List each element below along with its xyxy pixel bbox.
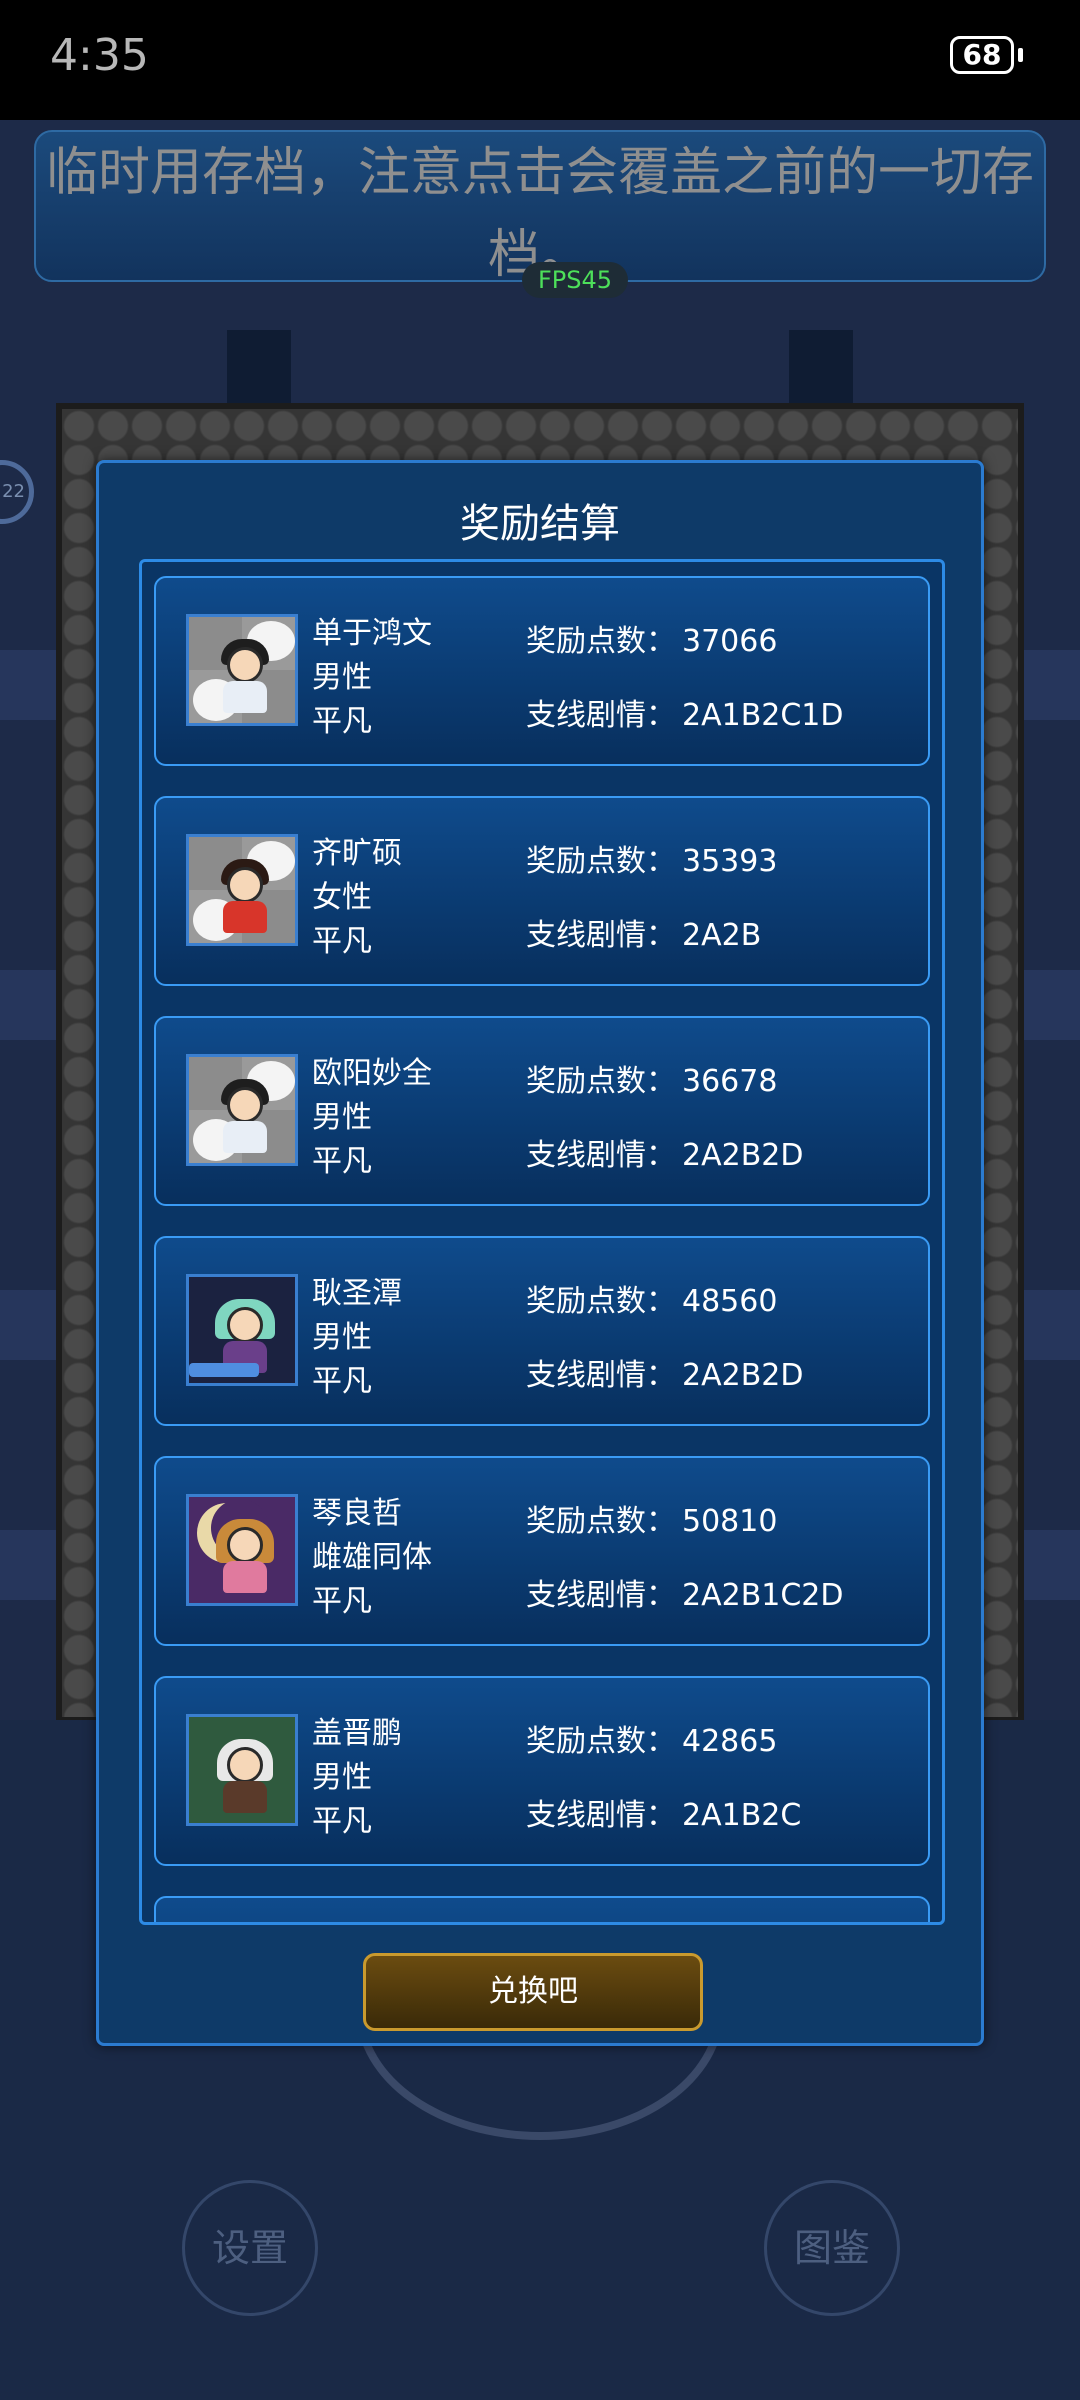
- character-rank: 平凡: [312, 1144, 372, 1179]
- reward-card: 盖晋鹏 男性 平凡 奖励点数： 42865 支线剧情： 2A1B2C: [154, 1676, 930, 1866]
- reward-card: 耿圣潭 男性 平凡 奖励点数： 48560 支线剧情： 2A2B2D: [154, 1236, 930, 1426]
- branch-label: 支线剧情：: [526, 918, 676, 953]
- branch-story: 支线剧情： 2A2B: [526, 910, 761, 954]
- exchange-button[interactable]: 兑换吧: [363, 1953, 703, 2031]
- reward-points: 奖励点数： 42865: [526, 1716, 777, 1760]
- character-rank: 平凡: [312, 924, 372, 959]
- branch-story: 支线剧情： 2A1B2C: [526, 1790, 801, 1834]
- branch-label: 支线剧情：: [526, 1138, 676, 1173]
- branch-label: 支线剧情：: [526, 1358, 676, 1393]
- reward-card: 琴良哲 雌雄同体 平凡 奖励点数： 50810 支线剧情： 2A2B1C2D: [154, 1456, 930, 1646]
- points-label: 奖励点数：: [526, 624, 676, 659]
- branch-story: 支线剧情： 2A1B2C1D: [526, 690, 844, 734]
- side-ring-badge[interactable]: 22: [0, 460, 34, 524]
- branch-value: 2A2B2D: [682, 1358, 804, 1393]
- branch-label: 支线剧情：: [526, 1578, 676, 1613]
- fps-counter: FPS45: [522, 262, 628, 298]
- reward-points: 奖励点数： 50810: [526, 1496, 777, 1540]
- branch-label: 支线剧情：: [526, 1798, 676, 1833]
- character-gender: 女性: [312, 880, 372, 915]
- branch-value: 2A2B: [682, 918, 762, 953]
- points-value: 42865: [682, 1724, 778, 1759]
- status-bar: 4:35 68: [0, 0, 1080, 120]
- character-gender: 男性: [312, 660, 372, 695]
- reward-points: 奖励点数： 48560: [526, 1276, 777, 1320]
- character-rank: 平凡: [312, 1364, 372, 1399]
- gate-pillar: [227, 330, 291, 410]
- character-rank: 平凡: [312, 704, 372, 739]
- reward-dialog: 奖励结算 单于鸿文 男性 平凡 奖励点数： 37066 支线剧情： 2A1B2C1D: [96, 460, 984, 2046]
- battery-tip: [1018, 48, 1023, 62]
- reward-points: 奖励点数： 37066: [526, 616, 777, 660]
- reward-card: 齐旷硕 女性 平凡 奖励点数： 35393 支线剧情： 2A2B: [154, 796, 930, 986]
- status-time: 4:35: [50, 30, 149, 81]
- reward-card: 欧阳妙全 男性 平凡 奖励点数： 36678 支线剧情： 2A2B2D: [154, 1016, 930, 1206]
- branch-value: 2A2B1C2D: [682, 1578, 844, 1613]
- branch-story: 支线剧情： 2A2B2D: [526, 1130, 803, 1174]
- character-gender: 男性: [312, 1100, 372, 1135]
- branch-value: 2A1B2C1D: [682, 698, 844, 733]
- branch-story: 支线剧情： 2A2B2D: [526, 1350, 803, 1394]
- character-name: 耿圣潭: [312, 1276, 402, 1311]
- gate-pillar: [789, 330, 853, 410]
- character-name: 琴良哲: [312, 1496, 402, 1531]
- codex-button[interactable]: 图鉴: [764, 2180, 900, 2316]
- character-avatar: [186, 614, 298, 726]
- character-name: 欧阳妙全: [312, 1056, 432, 1091]
- reward-list[interactable]: 单于鸿文 男性 平凡 奖励点数： 37066 支线剧情： 2A1B2C1D 齐旷硕: [139, 559, 945, 1925]
- points-label: 奖励点数：: [526, 1064, 676, 1099]
- character-name: 齐旷硕: [312, 836, 402, 871]
- character-rank: 平凡: [312, 1804, 372, 1839]
- points-value: 35393: [682, 844, 778, 879]
- settings-button[interactable]: 设置: [182, 2180, 318, 2316]
- branch-story: 支线剧情： 2A2B1C2D: [526, 1570, 844, 1614]
- character-avatar: [186, 1054, 298, 1166]
- points-label: 奖励点数：: [526, 844, 676, 879]
- character-rank: 平凡: [312, 1584, 372, 1619]
- points-label: 奖励点数：: [526, 1284, 676, 1319]
- character-avatar: [186, 1274, 298, 1386]
- character-avatar: [186, 1494, 298, 1606]
- reward-points: 奖励点数： 35393: [526, 836, 777, 880]
- points-value: 36678: [682, 1064, 778, 1099]
- character-name: 单于鸿文: [312, 616, 432, 651]
- branch-value: 2A1B2C: [682, 1798, 802, 1833]
- points-value: 50810: [682, 1504, 778, 1539]
- battery-icon: 68: [950, 36, 1014, 74]
- dialog-title: 奖励结算: [460, 501, 620, 547]
- points-value: 48560: [682, 1284, 778, 1319]
- points-value: 37066: [682, 624, 778, 659]
- branch-value: 2A2B2D: [682, 1138, 804, 1173]
- character-gender: 雌雄同体: [312, 1540, 432, 1575]
- character-name: 盖晋鹏: [312, 1716, 402, 1751]
- character-gender: 男性: [312, 1760, 372, 1795]
- character-gender: 男性: [312, 1320, 372, 1355]
- character-avatar: [186, 1714, 298, 1826]
- reward-points: 奖励点数： 36678: [526, 1056, 777, 1100]
- branch-label: 支线剧情：: [526, 698, 676, 733]
- reward-card: 单于鸿文 男性 平凡 奖励点数： 37066 支线剧情： 2A1B2C1D: [154, 576, 930, 766]
- character-avatar: [186, 834, 298, 946]
- points-label: 奖励点数：: [526, 1504, 676, 1539]
- points-label: 奖励点数：: [526, 1724, 676, 1759]
- reward-card-partial: [154, 1896, 930, 1922]
